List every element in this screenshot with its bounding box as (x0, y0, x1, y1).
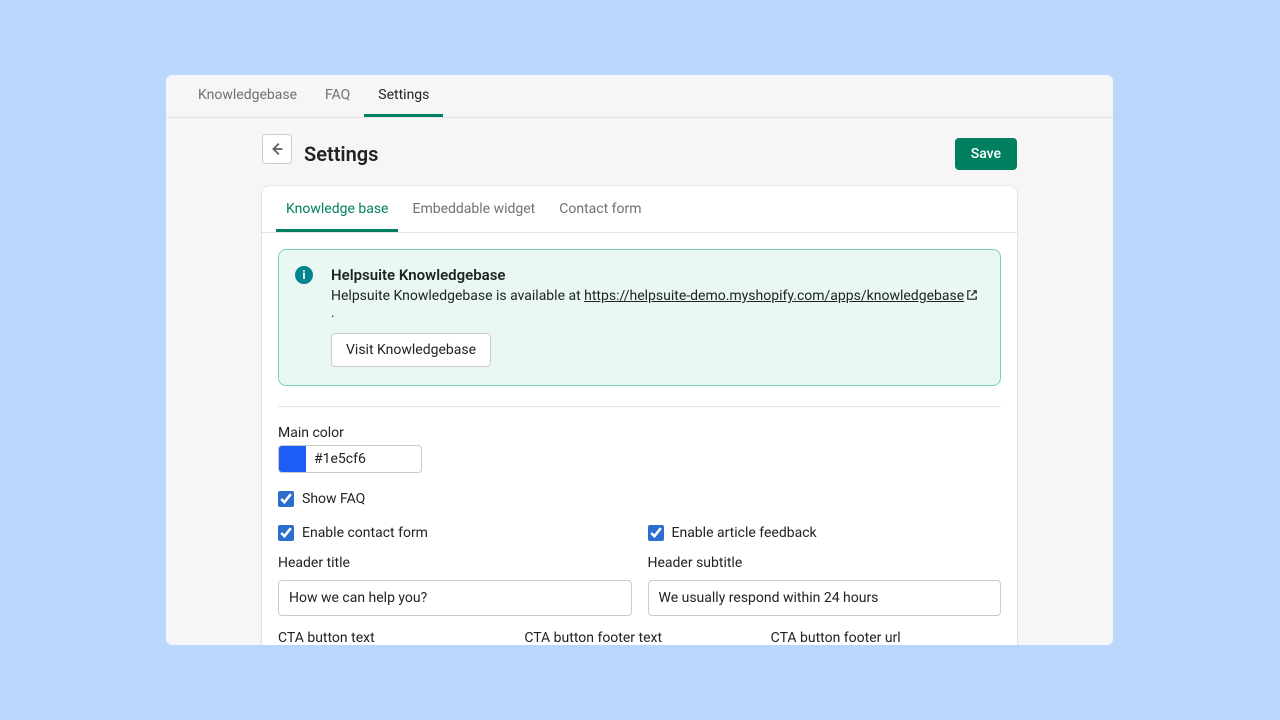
header-subtitle-input[interactable] (648, 580, 1002, 616)
color-swatch[interactable] (278, 445, 306, 473)
cta-footer-text-label: CTA button footer text (524, 630, 754, 645)
show-faq-label: Show FAQ (302, 491, 365, 507)
nav-tab-settings[interactable]: Settings (364, 75, 443, 117)
nav-tab-knowledgebase[interactable]: Knowledgebase (184, 75, 311, 117)
header-title-input[interactable] (278, 580, 632, 616)
tab-embeddable-widget[interactable]: Embeddable widget (402, 186, 545, 232)
settings-tabs: Knowledge base Embeddable widget Contact… (262, 186, 1017, 233)
nav-tab-faq[interactable]: FAQ (311, 75, 364, 117)
visit-knowledgebase-button[interactable]: Visit Knowledgebase (331, 333, 491, 367)
page-header: Settings Save (166, 118, 1113, 170)
divider (278, 406, 1001, 407)
back-button[interactable] (262, 134, 292, 164)
cta-footer-url-label: CTA button footer url (771, 630, 1001, 645)
top-nav: Knowledgebase FAQ Settings (166, 75, 1113, 118)
form-section: Main color Show FAQ Enable contact form (262, 402, 1017, 645)
info-icon: i (295, 266, 313, 284)
header-title-label: Header title (278, 555, 632, 571)
tab-knowledge-base[interactable]: Knowledge base (276, 186, 398, 232)
banner-title: Helpsuite Knowledgebase (331, 266, 984, 284)
header-subtitle-label: Header subtitle (648, 555, 1002, 571)
enable-feedback-checkbox[interactable] (648, 525, 664, 541)
info-banner: i Helpsuite Knowledgebase Helpsuite Know… (278, 249, 1001, 386)
cta-text-label: CTA button text (278, 630, 508, 645)
app-window: Knowledgebase FAQ Settings Settings Save… (166, 75, 1113, 645)
banner-link[interactable]: https://helpsuite-demo.myshopify.com/app… (584, 288, 978, 304)
banner-text: Helpsuite Knowledgebase is available at … (331, 288, 984, 321)
external-link-icon (966, 289, 978, 305)
enable-contact-label: Enable contact form (302, 525, 428, 541)
enable-feedback-label: Enable article feedback (672, 525, 817, 541)
show-faq-checkbox[interactable] (278, 491, 294, 507)
page-title: Settings (304, 142, 378, 166)
tab-contact-form[interactable]: Contact form (549, 186, 651, 232)
color-picker (278, 445, 1001, 473)
banner-text-prefix: Helpsuite Knowledgebase is available at (331, 288, 584, 304)
main-color-label: Main color (278, 425, 1001, 441)
settings-card: Knowledge base Embeddable widget Contact… (262, 186, 1017, 645)
enable-contact-checkbox[interactable] (278, 525, 294, 541)
save-button[interactable]: Save (955, 138, 1017, 170)
banner-text-suffix: . (331, 305, 335, 321)
arrow-left-icon (268, 140, 286, 158)
main-color-input[interactable] (306, 445, 422, 473)
